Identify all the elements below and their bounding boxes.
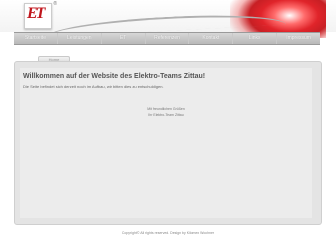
main-navigation: Startseite Leistungen ET Referenzen Kont… [14, 32, 320, 45]
nav-item-leistungen[interactable]: Leistungen [58, 33, 102, 44]
logo-text: ET [27, 5, 46, 22]
nav-item-links[interactable]: Links [233, 33, 278, 44]
site-logo[interactable]: ET ® [24, 1, 57, 29]
footer-copyright: Copyright© All rights reserved. Design b… [121, 231, 215, 235]
content-panel: Willkommen auf der Website des Elektro-T… [20, 68, 312, 218]
registered-mark: ® [53, 1, 57, 7]
nav-item-startseite[interactable]: Startseite [14, 33, 58, 44]
page-title: Willkommen auf der Website des Elektro-T… [23, 73, 206, 80]
greeting-line-2: Ihr Elektro-Team Zittau [148, 113, 184, 117]
nav-item-impressum[interactable]: Impressum [277, 33, 320, 44]
greeting-block: Mit freundlichen Grüßen Ihr Elektro-Team… [20, 106, 312, 118]
nav-item-et[interactable]: ET [102, 33, 146, 44]
construction-notice: Die Seite befindet sich derzeit noch im … [23, 84, 164, 89]
nav-item-referenzen[interactable]: Referenzen [146, 33, 190, 44]
content-card: Willkommen auf der Website des Elektro-T… [14, 61, 322, 225]
nav-item-kontakt[interactable]: Kontakt [189, 33, 234, 44]
